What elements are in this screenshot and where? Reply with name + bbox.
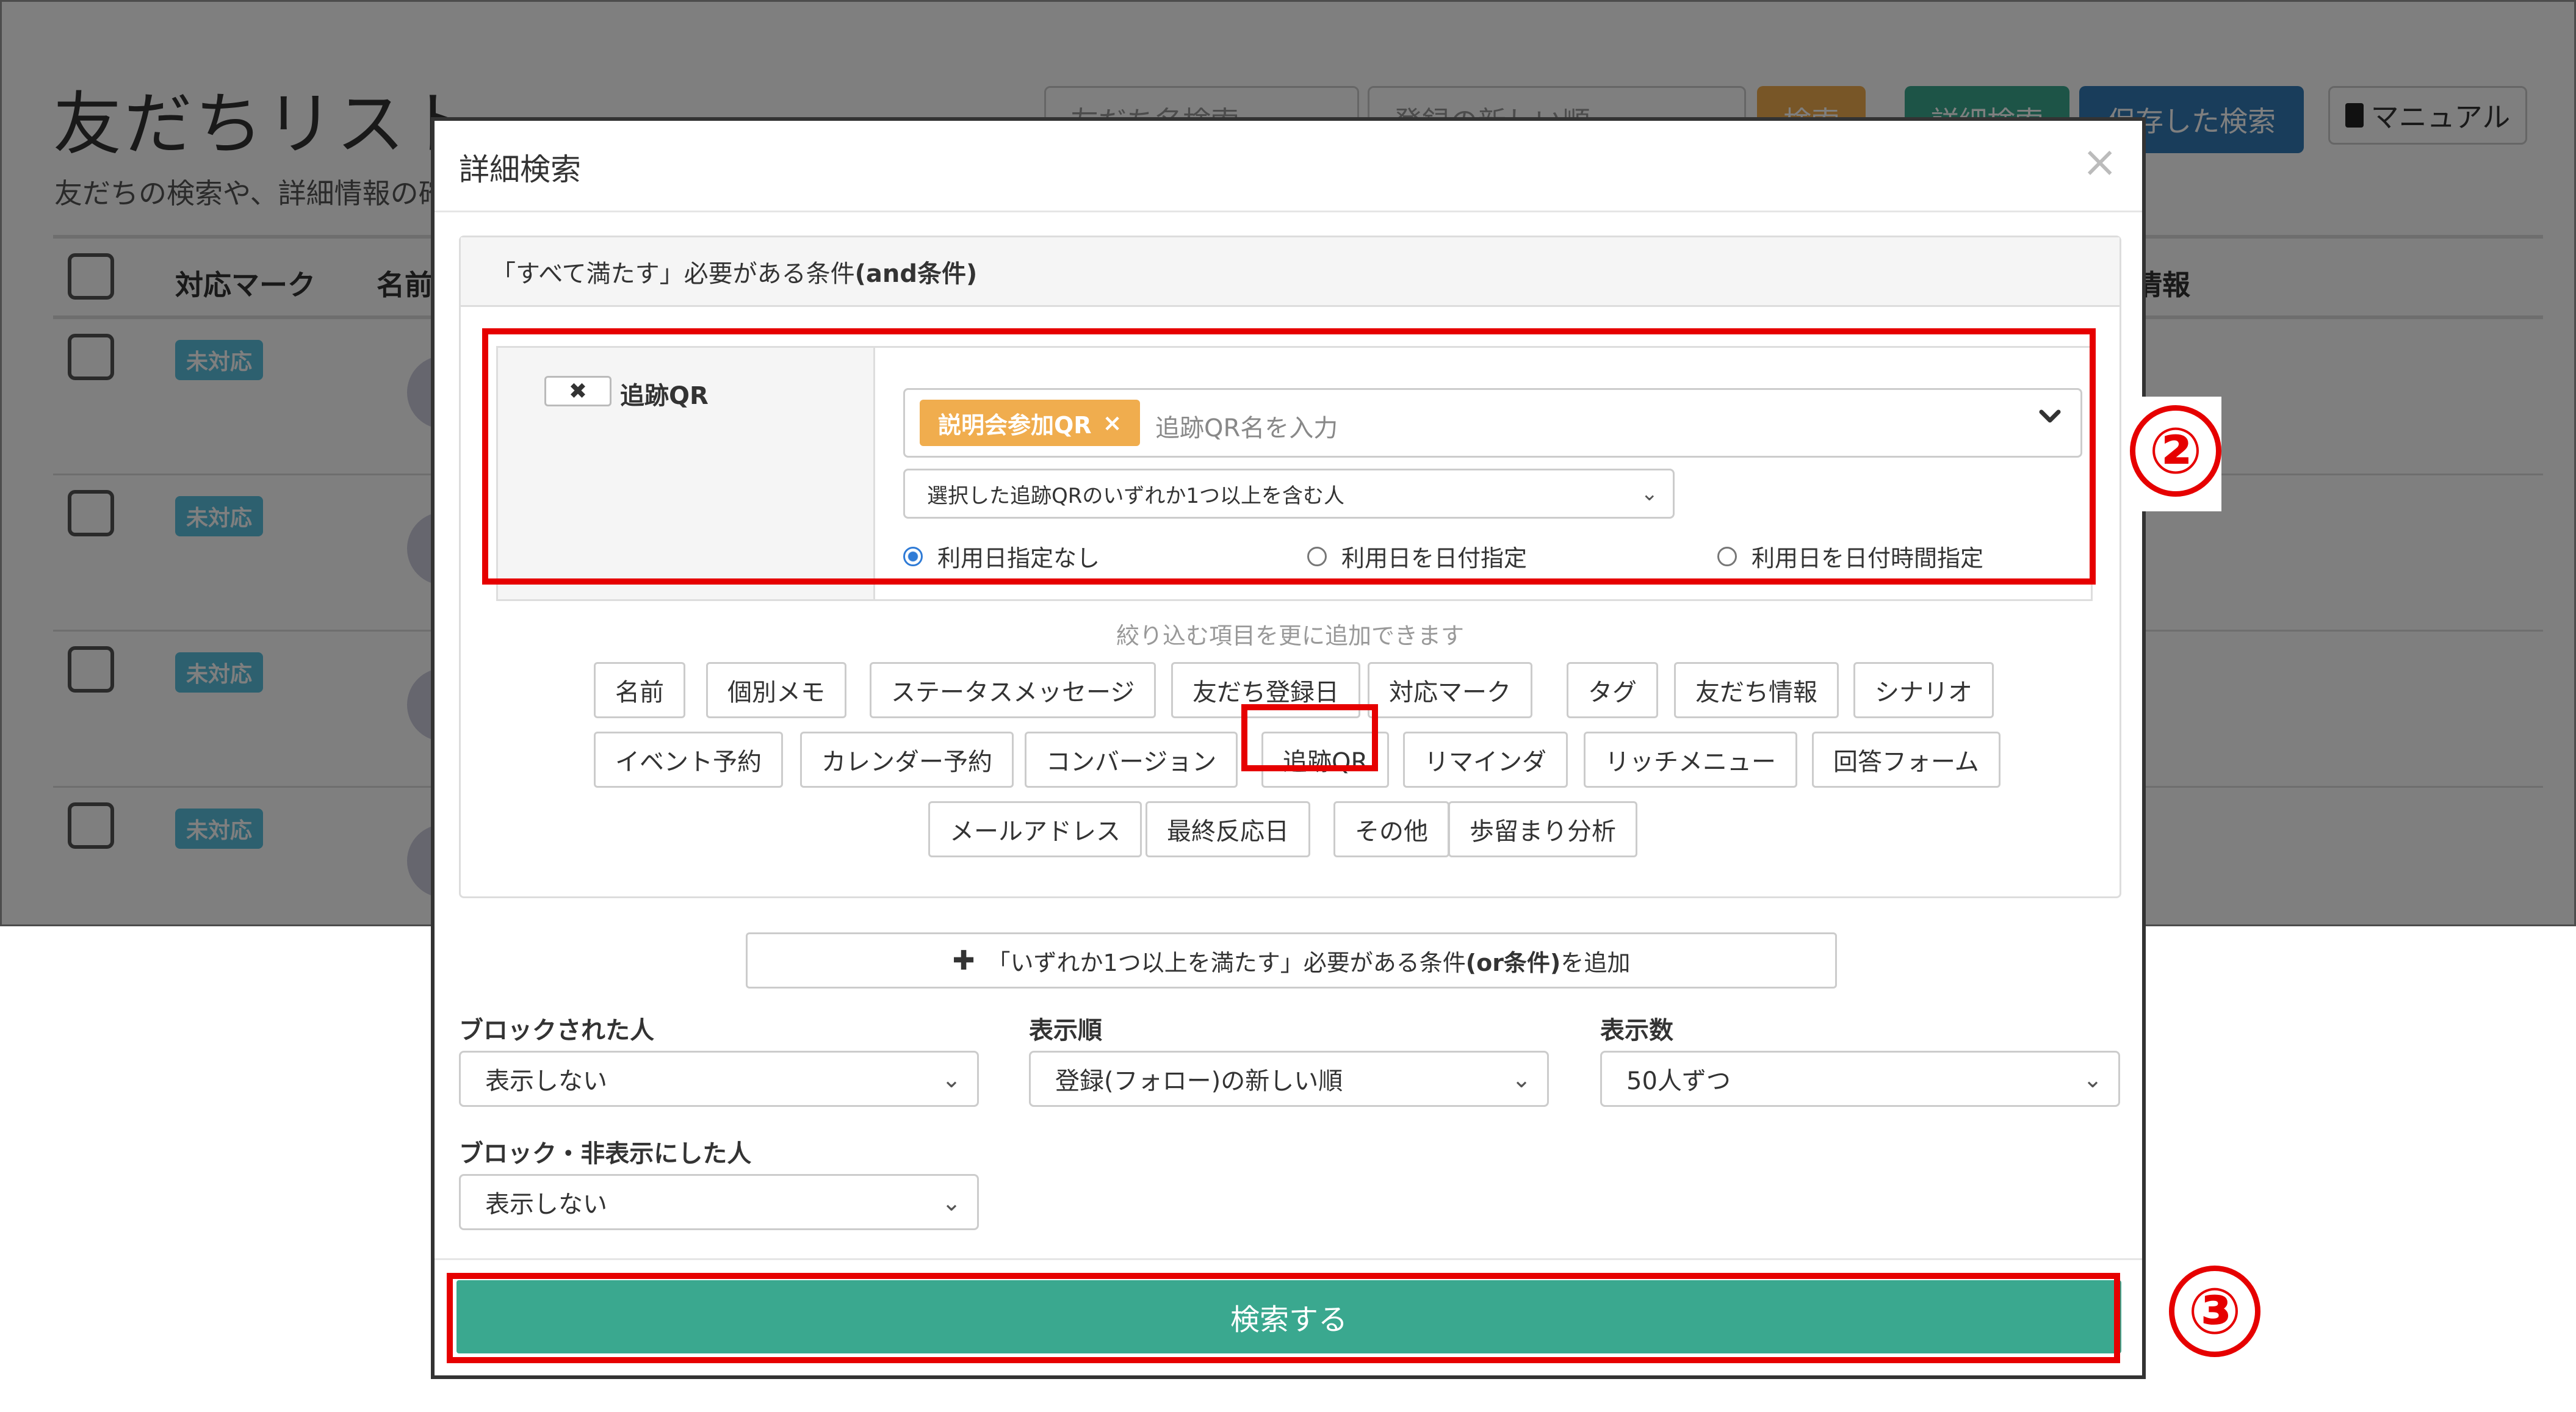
count-select-value: 50人ずつ <box>1626 1067 1731 1095</box>
chevron-down-icon: ⌄ <box>942 1066 961 1093</box>
plus-icon: ✚ <box>952 945 975 976</box>
add-or-condition-button[interactable]: ✚ 「いずれか1つ以上を満たす」必要がある条件(or条件)を追加 <box>746 932 1837 989</box>
or-add-suffix: を追加 <box>1560 949 1631 976</box>
filter-button-friend-info[interactable]: 友だち情報 <box>1674 662 1839 718</box>
chevron-down-icon: ⌄ <box>2083 1066 2102 1093</box>
modal-header: 詳細検索 × <box>435 121 2142 212</box>
or-add-bold: (or条件) <box>1465 949 1561 976</box>
highlight-condition-row <box>482 328 2096 585</box>
filter-button-tag[interactable]: タグ <box>1567 662 1658 718</box>
hidden-select-value: 表示しない <box>485 1190 607 1219</box>
chevron-down-icon: ⌄ <box>1512 1066 1531 1093</box>
filter-button-last-reaction[interactable]: 最終反応日 <box>1145 801 1310 857</box>
and-conditions-heading: 「すべて満たす」必要がある条件 (and条件) <box>461 237 2120 307</box>
and-heading-bold: (and条件) <box>854 259 978 288</box>
filter-button-rich-menu[interactable]: リッチメニュー <box>1584 732 1797 788</box>
modal-title: 詳細検索 <box>459 152 581 187</box>
and-heading-text: 「すべて満たす」必要がある条件 <box>491 259 855 288</box>
filter-button-other[interactable]: その他 <box>1333 801 1449 857</box>
filter-button-yield-analysis[interactable]: 歩留まり分析 <box>1448 801 1637 857</box>
step-2-marker: ② <box>2130 405 2221 497</box>
chevron-down-icon: ⌄ <box>942 1189 961 1216</box>
filter-button-memo[interactable]: 個別メモ <box>706 662 846 718</box>
blocked-select-value: 表示しない <box>485 1067 607 1095</box>
filter-button-email[interactable]: メールアドレス <box>928 801 1142 857</box>
filter-button-name[interactable]: 名前 <box>594 662 685 718</box>
add-filter-hint: 絞り込む項目を更に追加できます <box>1116 622 1464 649</box>
filter-button-answer-form[interactable]: 回答フォーム <box>1812 732 2001 788</box>
highlight-tracking-qr-button <box>1241 704 1378 771</box>
or-add-prefix: 「いずれか1つ以上を満たす」必要がある条件 <box>987 949 1466 976</box>
filter-button-response-mark[interactable]: 対応マーク <box>1368 662 1532 718</box>
count-label: 表示数 <box>1600 1017 1673 1045</box>
order-select-value: 登録(フォロー)の新しい順 <box>1055 1067 1343 1095</box>
footer-divider <box>435 1258 2142 1260</box>
order-label: 表示順 <box>1029 1017 1102 1045</box>
highlight-search-button <box>447 1273 2120 1363</box>
blocked-select[interactable]: 表示しない ⌄ <box>459 1051 979 1107</box>
filter-button-event[interactable]: イベント予約 <box>594 732 783 788</box>
filter-button-reminder[interactable]: リマインダ <box>1403 732 1568 788</box>
filter-button-scenario[interactable]: シナリオ <box>1853 662 1994 718</box>
close-icon[interactable]: × <box>2082 137 2118 187</box>
count-select[interactable]: 50人ずつ ⌄ <box>1600 1051 2120 1107</box>
hidden-label: ブロック・非表示にした人 <box>459 1140 752 1168</box>
step-3-marker: ③ <box>2169 1266 2260 1357</box>
filter-button-status-message[interactable]: ステータスメッセージ <box>870 662 1156 718</box>
order-select[interactable]: 登録(フォロー)の新しい順 ⌄ <box>1029 1051 1549 1107</box>
filter-button-calendar[interactable]: カレンダー予約 <box>800 732 1014 788</box>
hidden-select[interactable]: 表示しない ⌄ <box>459 1174 979 1230</box>
filter-button-conversion[interactable]: コンバージョン <box>1025 732 1238 788</box>
blocked-label: ブロックされた人 <box>459 1017 654 1045</box>
